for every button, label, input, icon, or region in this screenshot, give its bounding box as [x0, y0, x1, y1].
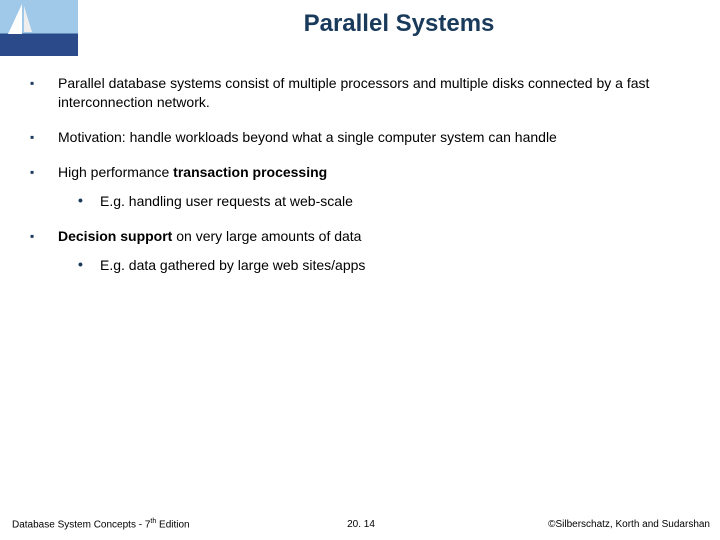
bullet-suffix: on very large amounts of data	[172, 228, 361, 244]
square-bullet-icon: ▪	[30, 227, 58, 275]
bullet-item: ▪ High performance transaction processin…	[30, 163, 690, 211]
bullet-item: ▪ Parallel database systems consist of m…	[30, 74, 690, 112]
slide: Parallel Systems ▪ Parallel database sys…	[0, 0, 720, 540]
bullet-bold: Decision support	[58, 228, 172, 244]
dot-bullet-icon: •	[78, 256, 100, 275]
square-bullet-icon: ▪	[30, 128, 58, 147]
logo-sailboat	[0, 0, 78, 56]
square-bullet-icon: ▪	[30, 163, 58, 211]
bullet-bold: transaction processing	[173, 164, 327, 180]
sub-bullet-item: • E.g. data gathered by large web sites/…	[78, 256, 690, 275]
sub-bullet-text: E.g. data gathered by large web sites/ap…	[100, 256, 690, 275]
footer-page-number: 20. 14	[12, 519, 710, 530]
bullet-text: Parallel database systems consist of mul…	[58, 74, 690, 112]
sail-icon	[8, 4, 22, 34]
bullet-text: Decision support on very large amounts o…	[58, 227, 690, 275]
bullet-item: ▪ Decision support on very large amounts…	[30, 227, 690, 275]
sub-bullet-text: E.g. handling user requests at web-scale	[100, 192, 690, 211]
square-bullet-icon: ▪	[30, 74, 58, 112]
bullet-item: ▪ Motivation: handle workloads beyond wh…	[30, 128, 690, 147]
bullet-prefix: High performance	[58, 164, 173, 180]
bullet-text: High performance transaction processing …	[58, 163, 690, 211]
slide-title: Parallel Systems	[78, 10, 720, 38]
dot-bullet-icon: •	[78, 192, 100, 211]
sail-icon	[24, 6, 32, 32]
sub-bullet-item: • E.g. handling user requests at web-sca…	[78, 192, 690, 211]
slide-content: ▪ Parallel database systems consist of m…	[30, 74, 690, 291]
slide-footer: 20. 14 Database System Concepts - 7th Ed…	[12, 518, 710, 530]
bullet-text: Motivation: handle workloads beyond what…	[58, 128, 690, 147]
